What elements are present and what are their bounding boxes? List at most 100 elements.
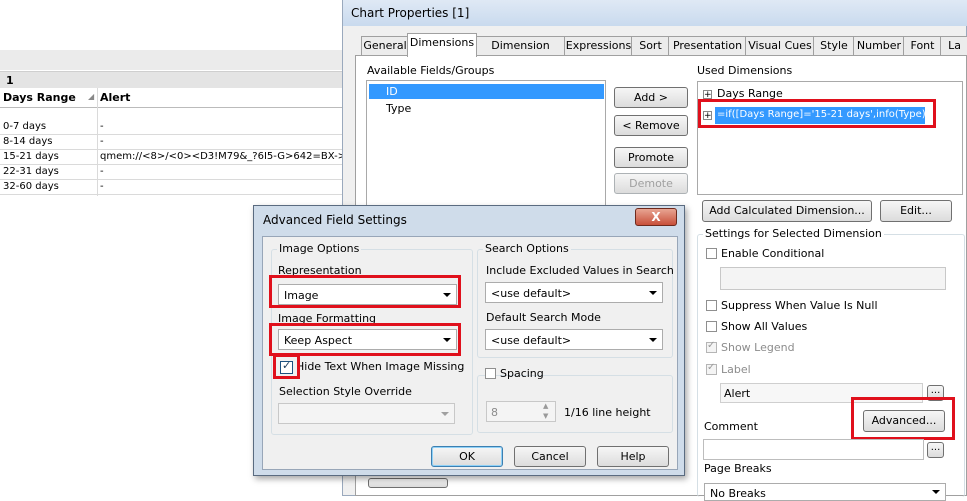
chart-properties-titlebar[interactable]: Chart Properties [1]	[343, 0, 967, 26]
edit-button[interactable]: Edit...	[880, 200, 952, 222]
dialog-body: Image Options Representation Image Image…	[262, 236, 678, 470]
cell-alert: -	[100, 121, 104, 132]
window-title: Chart Properties [1]	[351, 6, 470, 20]
enable-conditional-checkbox[interactable]	[706, 248, 717, 259]
label-checkbox-label: Label	[721, 363, 751, 376]
used-dimensions-label: Used Dimensions	[697, 64, 793, 77]
cell-alert: -	[100, 181, 104, 192]
include-excluded-select[interactable]: <use default>	[485, 282, 663, 303]
include-excluded-value: <use default>	[491, 287, 572, 300]
expand-icon[interactable]: +	[703, 90, 712, 100]
list-item-selected[interactable]: ID	[369, 84, 604, 99]
search-options-title: Search Options	[483, 242, 571, 255]
tab-presentation[interactable]: Presentation	[668, 36, 747, 56]
tab-number[interactable]: Number	[853, 36, 905, 56]
add-button[interactable]: Add >	[614, 87, 688, 108]
promote-button[interactable]: Promote	[614, 147, 688, 168]
include-excluded-label: Include Excluded Values in Search	[486, 264, 674, 277]
label-checkbox[interactable]: ✓	[706, 362, 717, 375]
table-row[interactable]: 8-14 days -	[0, 135, 345, 150]
tab-dimensions[interactable]: Dimensions	[407, 33, 477, 57]
table-header-row: Days Range ◢ Alert	[0, 88, 345, 108]
spacing-stepper[interactable]: 8 ▲ ▼	[486, 401, 556, 422]
page-breaks-select[interactable]: No Breaks	[704, 483, 946, 501]
cell-alert: -	[100, 166, 104, 177]
stepper-down-icon[interactable]: ▼	[543, 412, 548, 420]
cell-days: 0-7 days	[3, 121, 47, 132]
annotation-highlight	[851, 397, 955, 440]
hidden-button-stub[interactable]	[368, 478, 448, 488]
remove-button[interactable]: < Remove	[614, 115, 688, 136]
cancel-button[interactable]: Cancel	[514, 446, 586, 467]
help-button[interactable]: Help	[597, 446, 669, 467]
selection-style-select[interactable]	[278, 403, 455, 424]
add-calculated-dimension-button[interactable]: Add Calculated Dimension...	[702, 200, 872, 222]
cell-alert: -	[100, 136, 104, 147]
table-row[interactable]: 22-31 days -	[0, 165, 345, 180]
show-all-values-checkbox[interactable]	[706, 321, 717, 332]
chevron-down-icon	[649, 337, 657, 342]
spacing-checkbox[interactable]	[485, 368, 496, 379]
default-search-value: <use default>	[491, 334, 572, 347]
toolbar-band	[0, 50, 350, 70]
column-alert[interactable]: Alert	[100, 91, 130, 104]
hide-text-label: Hide Text When Image Missing	[296, 360, 465, 373]
sort-triangle-icon[interactable]: ◢	[88, 92, 94, 101]
label-field-value: Alert	[724, 387, 751, 400]
default-search-label: Default Search Mode	[486, 311, 601, 324]
tab-font[interactable]: Font	[903, 36, 942, 56]
tab-expressions[interactable]: Expressions	[564, 36, 633, 56]
comment-label: Comment	[704, 420, 758, 433]
stepper-up-icon[interactable]: ▲	[543, 402, 548, 410]
suppress-null-checkbox[interactable]	[706, 300, 717, 311]
tab-dimension-limits[interactable]: Dimension Limits	[475, 36, 566, 70]
tab-sort[interactable]: Sort	[631, 36, 670, 56]
selection-style-label: Selection Style Override	[279, 385, 412, 398]
page-breaks-label: Page Breaks	[704, 462, 772, 475]
show-legend-checkbox[interactable]: ✓	[706, 340, 717, 353]
comment-field[interactable]	[703, 439, 924, 460]
show-all-values-label: Show All Values	[721, 320, 808, 333]
app-background	[0, 0, 350, 50]
suppress-null-label: Suppress When Value Is Null	[721, 299, 878, 312]
table-row[interactable]: 0-7 days -	[0, 120, 345, 135]
chevron-down-icon	[932, 490, 940, 494]
tab-style[interactable]: Style	[813, 36, 855, 56]
tab-general[interactable]: General	[361, 36, 409, 56]
cell-alert: qmem://<8>/<0><D3!M79&_?6I5-G>642=BX->	[100, 151, 347, 162]
conditional-expression-field[interactable]	[720, 267, 946, 290]
page-breaks-value: No Breaks	[710, 487, 766, 500]
spacing-value: 8	[491, 406, 498, 419]
advanced-field-settings-dialog: Advanced Field Settings X Image Options …	[253, 205, 685, 476]
close-icon[interactable]: X	[635, 208, 677, 226]
table-title: 1	[0, 71, 345, 88]
dialog-title: Advanced Field Settings	[263, 213, 407, 227]
cell-days: 22-31 days	[3, 166, 59, 177]
ok-button[interactable]: OK	[431, 446, 503, 467]
list-item[interactable]: Type	[386, 102, 411, 115]
table-row[interactable]: 15-21 days qmem://<8>/<0><D3!M79&_?6I5-G…	[0, 150, 347, 165]
cell-days: 32-60 days	[3, 181, 59, 192]
annotation-highlight	[269, 323, 461, 356]
show-legend-label: Show Legend	[721, 341, 795, 354]
enable-conditional-label: Enable Conditional	[721, 247, 825, 260]
available-fields-label: Available Fields/Groups	[367, 64, 495, 77]
table-row[interactable]: 32-60 days -	[0, 180, 345, 195]
default-search-select[interactable]: <use default>	[485, 329, 663, 350]
comment-ellipsis-button[interactable]: ...	[927, 442, 944, 458]
tab-layout[interactable]: La	[940, 36, 967, 56]
cell-days: 15-21 days	[3, 151, 59, 162]
column-days-range[interactable]: Days Range	[3, 91, 76, 104]
spacing-label: Spacing	[500, 367, 544, 380]
chevron-down-icon	[441, 411, 449, 416]
annotation-highlight	[273, 354, 300, 379]
image-options-title: Image Options	[277, 242, 362, 255]
list-item-label: ID	[386, 85, 398, 98]
tab-visual-cues[interactable]: Visual Cues	[745, 36, 815, 56]
cell-days: 8-14 days	[3, 136, 53, 147]
chevron-down-icon	[649, 290, 657, 295]
spacing-unit-label: 1/16 line height	[564, 406, 651, 419]
annotation-highlight	[269, 275, 461, 308]
demote-button[interactable]: Demote	[614, 173, 688, 194]
available-fields-list[interactable]: ID Type	[366, 80, 606, 210]
